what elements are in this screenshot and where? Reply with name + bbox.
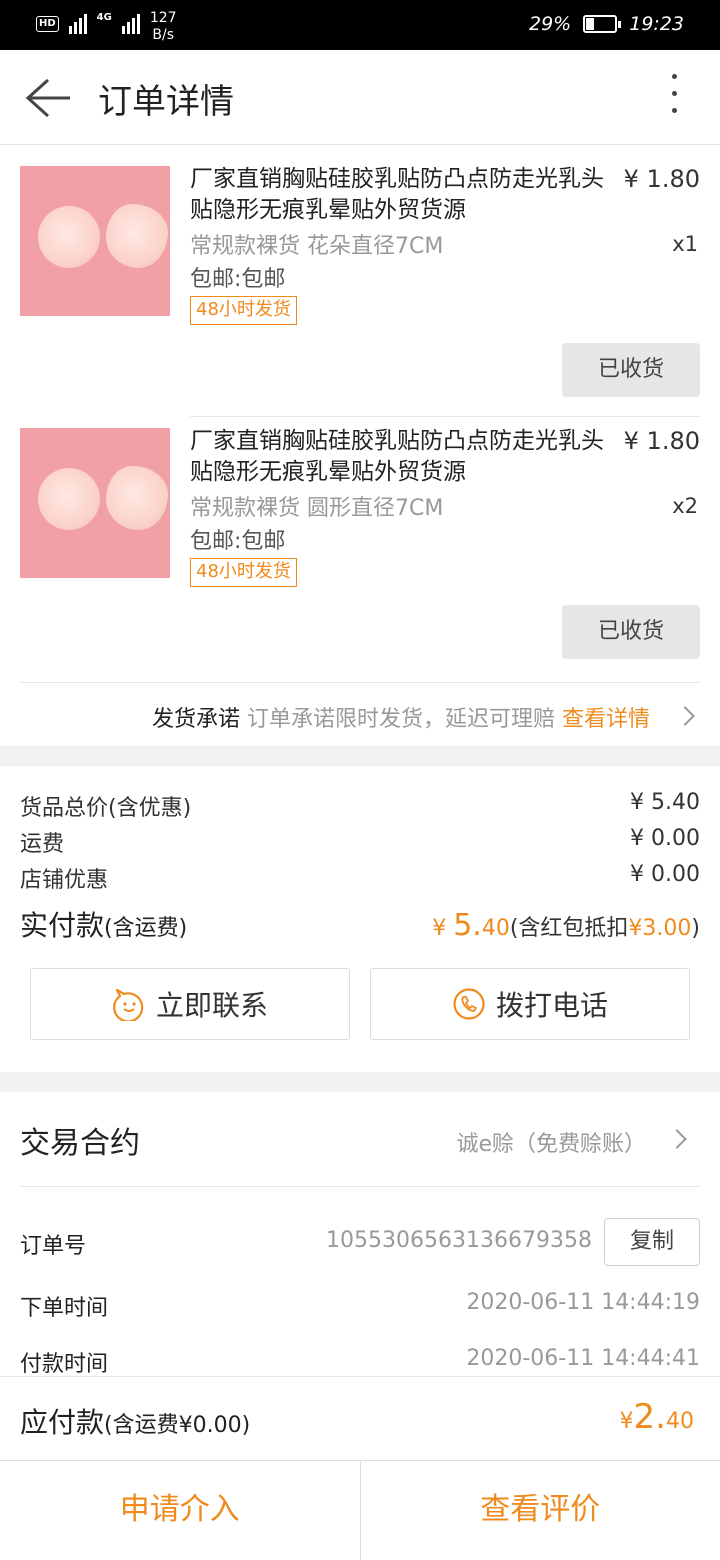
received-button[interactable]: 已收货	[562, 605, 700, 659]
item-divider	[190, 416, 700, 417]
pay-time-row: 付款时间 2020-06-11 14:44:41	[20, 1346, 700, 1378]
paid-currency: ¥	[432, 916, 454, 941]
due-dec: 40	[666, 1409, 694, 1434]
product-image-flower	[106, 466, 168, 530]
due-amount: ¥2.40	[620, 1397, 694, 1437]
shop-discount-row: 店铺优惠 ¥ 0.00	[20, 862, 700, 894]
more-menu-icon[interactable]	[668, 74, 680, 122]
order-number-row: 订单号 1055306563136679358	[20, 1228, 700, 1260]
promise-text: 发货承诺 订单承诺限时发货，延迟可理赔 查看详情	[152, 701, 650, 733]
apply-intervention-button[interactable]: 申请介入	[0, 1461, 360, 1560]
due-currency: ¥	[619, 1409, 634, 1434]
promise-label: 发货承诺	[151, 707, 240, 732]
page-title: 订单详情	[98, 82, 234, 122]
chat-face-icon	[113, 988, 144, 1021]
shop-discount-label: 店铺优惠	[20, 868, 109, 893]
product-image-round	[38, 468, 100, 530]
contract-title: 交易合约	[20, 1126, 140, 1161]
due-note: (含运费¥0.00)	[104, 1413, 251, 1438]
battery-percent: 29%	[529, 13, 572, 35]
section-gap	[0, 1072, 720, 1092]
product-qty: x2	[672, 494, 698, 518]
paid-label: 实付款(含运费)	[20, 909, 187, 942]
hd-icon: HD	[36, 16, 59, 32]
order-number-label: 订单号	[20, 1234, 87, 1259]
paid-note: (含运费)	[104, 916, 188, 941]
call-phone-button[interactable]: 拨打电话	[370, 968, 690, 1040]
product-spec: 常规款裸货 圆形直径7CM	[190, 496, 444, 521]
back-arrow-icon[interactable]	[24, 76, 72, 120]
chevron-right-icon	[667, 1129, 687, 1149]
order-time-label: 下单时间	[20, 1296, 109, 1321]
product-image-round	[38, 206, 100, 268]
call-label: 拨打电话	[495, 989, 608, 1022]
contact-seller-button[interactable]: 立即联系	[30, 968, 350, 1040]
product-title[interactable]: 厂家直销胸贴硅胶乳贴防凸点防走光乳头贴隐形无痕乳晕贴外贸货源	[190, 164, 620, 226]
product-thumbnail[interactable]	[20, 166, 170, 316]
nav-bar: 订单详情	[0, 50, 720, 145]
due-int: 2.	[633, 1397, 666, 1437]
order-number-value: 1055306563136679358	[326, 1228, 592, 1253]
due-label: 应付款(含运费¥0.00)	[20, 1401, 250, 1441]
network-speed: 127 B/s	[150, 10, 177, 44]
product-qty: x1	[672, 232, 698, 256]
freight-value: ¥ 0.00	[630, 826, 700, 851]
goods-total-row: 货品总价(含优惠) ¥ 5.40	[20, 790, 700, 822]
order-time-row: 下单时间 2020-06-11 14:44:19	[20, 1290, 700, 1322]
due-label-text: 应付款	[20, 1406, 105, 1439]
speed-unit: B/s	[152, 27, 175, 43]
battery-level	[586, 18, 595, 30]
paid-extra-amount: ¥3.00	[628, 916, 692, 941]
product-shipping: 包邮:包邮	[190, 267, 286, 292]
view-review-button[interactable]: 查看评价	[359, 1461, 720, 1560]
signal-bars-2-icon	[121, 12, 140, 34]
received-button[interactable]: 已收货	[562, 343, 700, 397]
freight-label: 运费	[20, 832, 65, 857]
clock: 19:23	[629, 13, 684, 35]
product-price: ¥ 1.80	[623, 165, 700, 193]
status-right: 29% 19:23	[529, 13, 684, 35]
product-thumbnail[interactable]	[20, 428, 170, 578]
product-title[interactable]: 厂家直销胸贴硅胶乳贴防凸点防走光乳头贴隐形无痕乳晕贴外贸货源	[190, 426, 620, 488]
network-type: 4G	[96, 12, 112, 23]
pay-time-label: 付款时间	[20, 1352, 109, 1377]
bottom-action-bar: 申请介入 查看评价	[0, 1460, 720, 1560]
battery-icon	[583, 15, 622, 33]
product-price: ¥ 1.80	[623, 427, 700, 455]
trade-contract-row[interactable]: 交易合约 诚e赊（免费赊账）	[20, 1092, 700, 1187]
shipping-tag: 48小时发货	[190, 296, 297, 325]
copy-button[interactable]: 复制	[604, 1218, 700, 1266]
speed-value: 127	[149, 10, 177, 26]
shop-discount-value: ¥ 0.00	[630, 862, 700, 887]
chevron-right-icon	[675, 706, 695, 726]
paid-extra-suffix: )	[691, 916, 700, 941]
phone-icon	[453, 988, 485, 1020]
paid-int: 5.	[453, 908, 482, 943]
paid-extra-prefix: (含红包抵扣	[509, 916, 629, 941]
goods-total-value: ¥ 5.40	[630, 790, 700, 815]
amount-due-bar: 应付款(含运费¥0.00) ¥2.40	[0, 1376, 720, 1460]
goods-total-label: 货品总价(含优惠)	[20, 796, 192, 821]
contact-label: 立即联系	[155, 989, 268, 1022]
order-time-value: 2020-06-11 14:44:19	[466, 1290, 700, 1315]
signal-bars-icon	[68, 12, 87, 34]
product-image-flower	[106, 204, 168, 268]
paid-amount-row: 实付款(含运费) ¥ 5.40(含红包抵扣¥3.00)	[20, 904, 700, 944]
promise-description: 订单承诺限时发货，延迟可理赔	[246, 707, 555, 732]
status-left: HD 4G 127 B/s	[36, 10, 177, 44]
promise-details-link[interactable]: 查看详情	[562, 707, 650, 732]
paid-dec: 40	[481, 916, 510, 941]
shipping-promise-row[interactable]: 发货承诺 订单承诺限时发货，延迟可理赔 查看详情	[20, 682, 700, 746]
contract-value: 诚e赊（免费赊账）	[456, 1132, 646, 1157]
product-shipping: 包邮:包邮	[190, 529, 286, 554]
freight-row: 运费 ¥ 0.00	[20, 826, 700, 858]
product-spec: 常规款裸货 花朵直径7CM	[190, 234, 444, 259]
status-bar: HD 4G 127 B/s 29% 19:23	[0, 0, 720, 50]
shipping-tag: 48小时发货	[190, 558, 297, 587]
paid-amount: ¥ 5.40(含红包抵扣¥3.00)	[432, 908, 700, 943]
section-gap	[0, 746, 720, 766]
pay-time-value: 2020-06-11 14:44:41	[466, 1346, 700, 1371]
paid-label-text: 实付款	[20, 909, 105, 942]
